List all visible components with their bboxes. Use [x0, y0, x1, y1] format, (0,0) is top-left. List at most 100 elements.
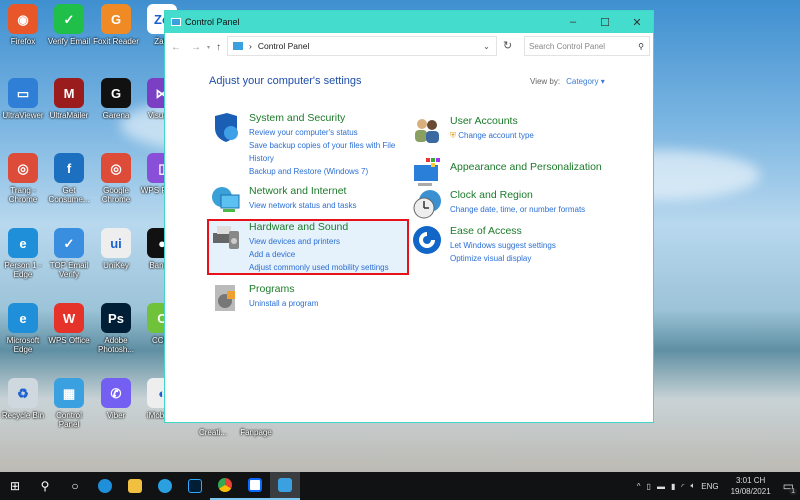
minimize-button[interactable]: – [557, 16, 589, 28]
desktop-icon[interactable]: ui UniKey [93, 228, 139, 270]
category-link[interactable]: Adjust commonly used mobility settings [249, 261, 389, 274]
category-link[interactable]: History [249, 152, 395, 165]
desktop-icon[interactable]: e Person 1 - Edge [0, 228, 46, 279]
category-link[interactable]: Uninstall a program [249, 297, 318, 310]
desktop-icon[interactable]: ▭ UltraViewer [0, 78, 46, 120]
desktop-icon[interactable]: ✆ Viber [93, 378, 139, 420]
uac-shield-icon: ⛨ [450, 131, 456, 140]
category-title[interactable]: System and Security [249, 112, 395, 124]
up-button[interactable]: ↑ [216, 42, 221, 53]
taskbar-telegram[interactable] [150, 472, 180, 500]
desktop-icon-label: Google Chrome [101, 186, 131, 204]
category-title[interactable]: Ease of Access [450, 225, 556, 237]
desktop-icon[interactable]: Ps Adobe Photosh... [93, 303, 139, 354]
refresh-button[interactable]: ↻ [503, 39, 512, 52]
wifi-icon[interactable]: ◜ [681, 482, 684, 491]
taskbar-chrome[interactable] [210, 472, 240, 500]
view-by-label: View by: [530, 77, 561, 86]
app-icon: e [8, 228, 38, 258]
category-title[interactable]: Clock and Region [450, 189, 585, 201]
desktop-icon[interactable]: G Foxit Reader [93, 4, 139, 46]
desktop-icon[interactable]: ✓ TOP Email Verify [46, 228, 92, 279]
category-link[interactable]: View devices and printers [249, 235, 389, 248]
show-hidden-icons-button[interactable]: ^ [637, 482, 641, 491]
desktop-icon-label: Control Panel [56, 411, 82, 429]
forward-button[interactable]: → [191, 42, 201, 53]
search-input[interactable]: Search Control Panel ⚲ [524, 36, 650, 56]
battery-icon[interactable]: ▮ [671, 482, 675, 491]
link-text: Change account type [458, 131, 534, 140]
taskbar-photoshop[interactable] [180, 472, 210, 500]
category-link[interactable]: Review your computer's status [249, 126, 395, 139]
folder-icon [128, 479, 142, 493]
desktop-icon[interactable]: ♻ Recycle Bin [0, 378, 46, 420]
device-icon[interactable]: ▯ [647, 482, 651, 491]
desktop-icon[interactable]: W WPS Office [46, 303, 92, 345]
app-icon: W [54, 303, 84, 333]
desktop-icon-label: Adobe Photosh... [97, 336, 135, 354]
desktop-icon[interactable]: ▦ Control Panel [46, 378, 92, 429]
category-link[interactable]: View network status and tasks [249, 199, 356, 212]
app-icon: G [101, 4, 131, 34]
category-title[interactable]: Hardware and Sound [249, 221, 389, 233]
desktop-icon-label[interactable]: Creati... [190, 428, 236, 437]
desktop-icon[interactable]: f Get Consume... [46, 153, 92, 204]
date: 19/08/2021 [730, 487, 771, 496]
maximize-button[interactable]: ☐ [589, 16, 621, 29]
app-icon: ✓ [54, 4, 84, 34]
taskbar: ⊞ ⚲ ○ ^ ▯ ▬ ▮ ◜ 🔈︎ ENG 3:01 CH 19/08/202… [0, 472, 800, 500]
address-bar[interactable]: › Control Panel ⌄ [227, 36, 497, 56]
category-title[interactable]: User Accounts [450, 115, 534, 127]
category-link[interactable]: Optimize visual display [450, 252, 556, 265]
breadcrumb[interactable]: Control Panel [258, 41, 310, 51]
category-link[interactable]: Change date, time, or number formats [450, 203, 585, 216]
taskbar-file-explorer[interactable] [120, 472, 150, 500]
cortana-button[interactable]: ○ [60, 472, 90, 500]
taskbar-edge[interactable] [90, 472, 120, 500]
window-title: Control Panel [185, 17, 240, 27]
app-icon: f [54, 153, 84, 183]
ease-of-access-icon [413, 226, 441, 254]
control-panel-window: Control Panel – ☐ ✕ ← → ▾ ↑ › Control Pa… [164, 10, 654, 423]
volume-icon[interactable]: 🔈︎ [690, 481, 695, 491]
control-panel-icon [278, 478, 292, 492]
language-indicator[interactable]: ENG [701, 482, 718, 491]
taskbar-control-panel[interactable] [270, 472, 300, 500]
notification-center-button[interactable]: ▭ 1 [783, 479, 797, 495]
taskbar-zalo[interactable] [240, 472, 270, 500]
app-icon: ♻ [8, 378, 38, 408]
category-link[interactable]: Backup and Restore (Windows 7) [249, 165, 395, 178]
clock[interactable]: 3:01 CH 19/08/2021 [731, 475, 771, 497]
desktop-icon[interactable]: G Garena [93, 78, 139, 120]
desktop-icon-label[interactable]: Fanpage [233, 428, 279, 437]
desktop-icon[interactable]: M UltraMailer [46, 78, 92, 120]
app-icon: ◎ [8, 153, 38, 183]
category-link[interactable]: ⛨ Change account type [450, 129, 534, 142]
category-link[interactable]: Add a device [249, 248, 389, 261]
breadcrumb-separator: › [249, 41, 252, 51]
desktop-icon[interactable]: e Microsoft Edge [0, 303, 46, 354]
view-by-dropdown[interactable]: Category ▾ [566, 77, 605, 86]
category-link[interactable]: Save backup copies of your files with Fi… [249, 139, 395, 152]
category-title[interactable]: Appearance and Personalization [450, 161, 602, 173]
desktop-icon[interactable]: ◎ Trang - Chrome [0, 153, 46, 204]
desktop-icon[interactable]: ◎ Google Chrome [93, 153, 139, 204]
start-button[interactable]: ⊞ [0, 472, 30, 500]
desktop-icon[interactable]: ◉ Firefox [0, 4, 46, 46]
back-button[interactable]: ← [171, 42, 181, 53]
display-icon[interactable]: ▬ [657, 482, 665, 491]
category-title[interactable]: Network and Internet [249, 185, 356, 197]
app-icon: ui [101, 228, 131, 258]
chevron-down-icon[interactable]: ⌄ [483, 41, 490, 52]
category-title[interactable]: Programs [249, 283, 318, 295]
desktop-icon[interactable]: ✓ Verify Email [46, 4, 92, 46]
desktop-icon-label: Verify Email [47, 37, 91, 46]
recent-dropdown-icon[interactable]: ▾ [207, 44, 210, 51]
title-bar[interactable]: Control Panel – ☐ ✕ [165, 11, 653, 33]
app-icon: Ps [101, 303, 131, 333]
desktop-icon-label: Trang - Chrome [8, 186, 38, 204]
close-button[interactable]: ✕ [621, 16, 653, 29]
search-button[interactable]: ⚲ [30, 472, 60, 500]
telegram-icon [158, 479, 172, 493]
category-link[interactable]: Let Windows suggest settings [450, 239, 556, 252]
